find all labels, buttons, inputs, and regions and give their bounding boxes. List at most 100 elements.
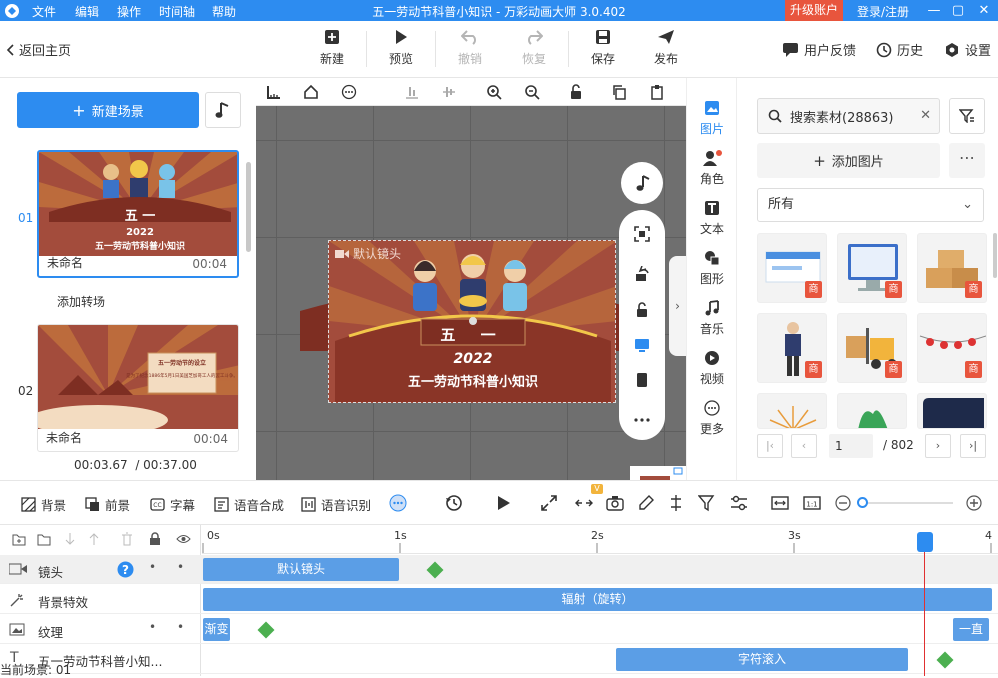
close-icon[interactable]: ✕	[973, 0, 995, 21]
add-keyframe-icon[interactable]	[257, 621, 275, 639]
material-item[interactable]	[917, 393, 987, 429]
menu-timeline[interactable]: 时间轴	[159, 3, 195, 20]
track-dot[interactable]: •	[177, 620, 184, 634]
search-input[interactable]: 搜索素材(28863) ✕	[757, 98, 940, 134]
zoom-slider-handle[interactable]	[857, 497, 868, 508]
paste-icon[interactable]	[649, 84, 665, 100]
fullscreen-icon[interactable]	[540, 494, 558, 512]
split-icon[interactable]	[667, 494, 685, 512]
material-item[interactable]	[757, 393, 827, 429]
filter-icon[interactable]	[698, 494, 716, 512]
unlock-icon[interactable]	[634, 302, 650, 318]
add-keyframe-icon[interactable]	[426, 561, 444, 579]
material-item[interactable]: 商	[757, 233, 827, 303]
stage-year-text[interactable]: 2022	[329, 351, 615, 367]
actual-size-icon[interactable]: 1:1	[803, 494, 821, 512]
tab-more[interactable]: 更多	[687, 400, 737, 437]
move-up-icon[interactable]	[88, 532, 100, 546]
time-ruler[interactable]: 0s 1s 2s 3s 4	[202, 525, 998, 554]
publish-button[interactable]: 发布	[641, 29, 691, 67]
preview-button[interactable]: 预览	[376, 29, 426, 67]
material-item[interactable]	[837, 393, 907, 429]
add-track-icon[interactable]	[37, 533, 51, 546]
rewind-icon[interactable]	[445, 494, 463, 512]
stage-title-text[interactable]: 五一劳动节科普小知识	[329, 371, 615, 390]
add-keyframe-icon[interactable]	[936, 651, 954, 669]
timeline-clip[interactable]: 渐变	[203, 618, 230, 641]
track-row-camera[interactable]: 镜头 ? • • 默认镜头	[0, 555, 998, 584]
prev-page-button[interactable]: ‹	[791, 434, 817, 458]
redo-button[interactable]: 恢复	[509, 29, 559, 67]
upgrade-button[interactable]: 升级账户	[785, 0, 843, 21]
rotate-icon[interactable]	[634, 266, 650, 282]
last-page-button[interactable]: ›|	[960, 434, 986, 458]
adjust-icon[interactable]	[730, 494, 748, 512]
zoom-out-icon[interactable]	[524, 84, 540, 100]
fit-width-icon[interactable]	[771, 494, 789, 512]
scene-card-1[interactable]: 五 一 2022 五一劳动节科普小知识 未命名 00:04	[37, 150, 239, 278]
more-circle-icon[interactable]	[389, 494, 407, 512]
copy-icon[interactable]	[611, 84, 627, 100]
clear-search-icon[interactable]: ✕	[920, 108, 931, 123]
scene-scrollbar[interactable]	[246, 162, 251, 252]
zoom-in-timeline-icon[interactable]	[965, 494, 983, 512]
page-input[interactable]: 1	[829, 434, 873, 458]
filter-button[interactable]	[949, 98, 985, 134]
history-button[interactable]: 历史	[876, 40, 923, 59]
scene-card-2[interactable]: 五一劳动节的设立 是为了纪念1886年5月1日美国芝加哥工人的罢工斗争。 未命名…	[37, 324, 239, 452]
timeline-clip[interactable]: 一直	[953, 618, 989, 641]
save-button[interactable]: 保存	[578, 29, 628, 67]
trash-icon[interactable]	[121, 532, 133, 546]
menu-operate[interactable]: 操作	[117, 3, 141, 20]
material-scrollbar[interactable]	[993, 233, 997, 278]
material-item[interactable]: 商	[837, 313, 907, 383]
material-item[interactable]: 商	[917, 313, 987, 383]
first-page-button[interactable]: |‹	[757, 434, 783, 458]
material-item[interactable]: 商	[757, 313, 827, 383]
lock-icon[interactable]	[149, 532, 161, 546]
play-icon[interactable]	[494, 494, 512, 512]
tab-shape[interactable]: 图形	[687, 250, 737, 287]
settings-button[interactable]: 设置	[944, 40, 991, 59]
scene-canvas[interactable]: 默认镜头 五 一 2022 五一劳动节科普小知识	[328, 240, 616, 403]
tts-button[interactable]: 语音合成	[214, 495, 284, 514]
tab-music[interactable]: 音乐	[687, 300, 737, 337]
track-dot[interactable]: •	[149, 620, 156, 634]
unlock-icon[interactable]	[568, 84, 584, 100]
fit-timeline-icon[interactable]	[575, 494, 593, 512]
track-dot[interactable]: •	[149, 560, 156, 574]
scene-music-button[interactable]	[205, 92, 241, 128]
eye-icon[interactable]	[176, 534, 191, 544]
tab-video[interactable]: 视频	[687, 350, 737, 387]
category-select[interactable]: 所有 ⌄	[757, 188, 984, 222]
fit-screen-icon[interactable]	[634, 226, 650, 242]
new-button[interactable]: 新建	[307, 29, 357, 67]
align-middle-icon[interactable]	[441, 84, 457, 100]
material-item[interactable]: 商	[917, 233, 987, 303]
next-page-button[interactable]: ›	[925, 434, 951, 458]
help-icon[interactable]: ?	[117, 561, 134, 578]
more-options-button[interactable]: ⋯	[949, 143, 985, 178]
track-row-title[interactable]: T 五一劳动节科普小知... 字符滚入	[0, 645, 998, 674]
zoom-out-timeline-icon[interactable]	[834, 494, 852, 512]
more-icon[interactable]	[634, 412, 650, 428]
timeline-clip[interactable]: 辐射（旋转）	[203, 588, 992, 611]
zoom-slider-track[interactable]	[858, 502, 953, 504]
edit-icon[interactable]	[637, 494, 655, 512]
new-scene-button[interactable]: + 新建场景	[17, 92, 199, 128]
asr-button[interactable]: 语音识别	[301, 495, 371, 514]
timeline-clip[interactable]: 字符滚入	[616, 648, 908, 671]
ruler-icon[interactable]	[266, 84, 282, 100]
canvas-music-button[interactable]	[621, 162, 663, 204]
maximize-icon[interactable]: ▢	[947, 0, 969, 21]
add-transition-link[interactable]: 添加转场	[57, 293, 105, 310]
move-down-icon[interactable]	[64, 532, 76, 546]
collapse-panel-button[interactable]: ›	[669, 256, 686, 356]
home-icon[interactable]	[303, 84, 319, 100]
feedback-button[interactable]: 用户反馈	[782, 40, 856, 59]
back-home-button[interactable]: 返回主页	[6, 40, 71, 59]
zoom-in-icon[interactable]	[486, 84, 502, 100]
landscape-screen-icon[interactable]	[634, 337, 650, 353]
menu-file[interactable]: 文件	[32, 3, 56, 20]
material-item[interactable]: 商	[837, 233, 907, 303]
